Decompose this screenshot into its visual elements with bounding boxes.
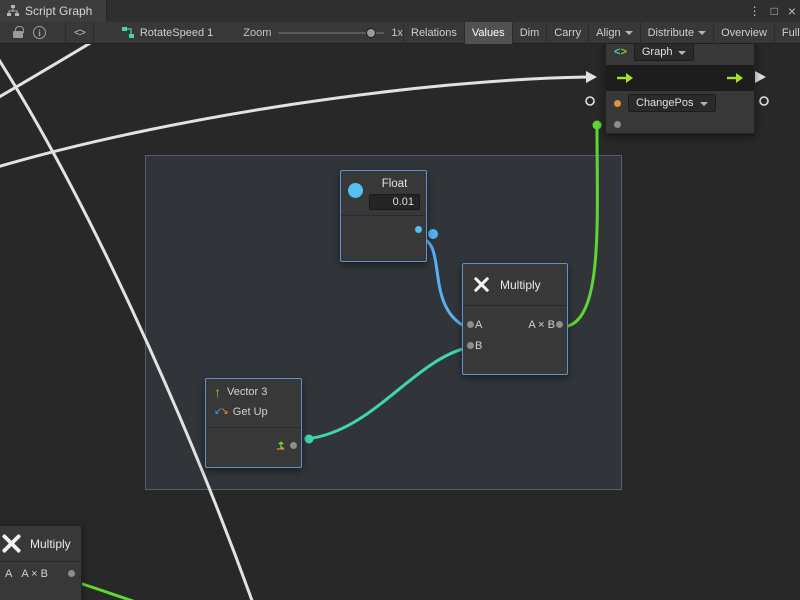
relations-button[interactable]: Relations xyxy=(403,22,464,44)
maximize-icon[interactable]: □ xyxy=(771,4,778,18)
multiply-input-a-port[interactable] xyxy=(467,321,474,328)
float-output-port[interactable] xyxy=(415,226,422,233)
graph-toolbar: i <> RotateSpeed 1 Zoom 1x Relations Val… xyxy=(0,22,800,44)
zoom-control: Zoom 1x xyxy=(243,27,403,39)
multiply-node-header[interactable]: Multiply xyxy=(463,264,567,305)
zoom-value: 1x xyxy=(391,27,403,39)
multiply-partial-header[interactable]: Multiply xyxy=(0,526,81,561)
multiply-partial-input-a-label: A xyxy=(5,568,12,580)
graph-unit-extra-port[interactable] xyxy=(614,121,621,128)
kebab-menu-icon[interactable]: ⋮ xyxy=(749,4,761,18)
vector3-output-port[interactable] xyxy=(290,442,297,449)
multiply-output-port[interactable] xyxy=(556,321,563,328)
wire-green-dot-end xyxy=(593,121,602,130)
wire-white-corner[interactable] xyxy=(0,44,92,100)
value-port-circle-right[interactable] xyxy=(760,97,768,105)
float-type-icon xyxy=(348,183,363,198)
script-graph-window: Script Graph ⋮ □ × i <> RotateSpeed 1 Zo… xyxy=(0,0,800,600)
vector3-get-up-node[interactable]: ↑ Vector 3 ↙↘ Get Up xyxy=(205,378,302,468)
chevron-down-icon xyxy=(625,31,633,35)
graph-dropdown[interactable]: Graph xyxy=(634,44,695,61)
wire-bottom-multiply-out[interactable] xyxy=(70,580,152,600)
multiply-input-b-label: B xyxy=(475,340,482,352)
chevron-down-icon xyxy=(700,102,708,106)
graph-unit-header[interactable]: <> Graph xyxy=(606,44,754,65)
vector3-node-header[interactable]: ↑ Vector 3 xyxy=(206,379,301,401)
control-in-arrowhead xyxy=(586,71,597,83)
info-icon: i xyxy=(33,26,46,39)
multiply-icon xyxy=(473,276,490,293)
distribute-dropdown[interactable]: Distribute xyxy=(640,22,713,44)
graph-unit-node[interactable]: <> Graph ChangePos xyxy=(605,44,755,134)
move-arrows-icon xyxy=(275,439,287,451)
float-node-body xyxy=(341,215,426,243)
float-node-title: Float xyxy=(369,178,420,190)
titlebar: Script Graph ⋮ □ × xyxy=(0,0,800,22)
chevron-down-icon xyxy=(678,51,686,55)
graph-canvas[interactable]: Float 0.01 Multiply A A × B xyxy=(0,44,800,600)
value-port-circle-left[interactable] xyxy=(586,97,594,105)
vector3-node-title: Vector 3 xyxy=(227,386,267,398)
tab-title: Script Graph xyxy=(25,4,92,18)
zoom-slider[interactable] xyxy=(278,27,384,39)
multiply-node-partial[interactable]: Multiply A A × B xyxy=(0,525,82,600)
multiply-icon xyxy=(1,533,22,554)
code-icon: <> xyxy=(74,27,85,39)
breadcrumb[interactable]: RotateSpeed 1 xyxy=(122,27,213,39)
control-in-arrow-icon[interactable] xyxy=(616,72,634,84)
window-controls: ⋮ □ × xyxy=(749,0,796,22)
changepos-dropdown[interactable]: ChangePos xyxy=(628,94,716,112)
float-node-header[interactable]: Float 0.01 xyxy=(341,171,426,215)
graph-unit-control-row xyxy=(606,65,754,91)
vector3-node-body xyxy=(206,427,301,463)
multiply-row-b: B xyxy=(463,335,567,356)
toolbar-buttons: Relations Values Dim Carry Align Distrib… xyxy=(403,22,800,44)
graph-unit-value-row: ChangePos xyxy=(606,91,754,115)
dim-button[interactable]: Dim xyxy=(512,22,547,44)
zoom-label: Zoom xyxy=(243,27,271,39)
changepos-input-port[interactable] xyxy=(614,100,621,107)
multiply-row-a: A A × B xyxy=(463,314,567,335)
lock-icon xyxy=(13,31,23,38)
multiply-node-title: Multiply xyxy=(500,278,541,292)
fullscreen-button[interactable]: Full Screen xyxy=(774,22,800,44)
float-value-field[interactable]: 0.01 xyxy=(369,194,420,210)
multiply-partial-title: Multiply xyxy=(30,537,71,551)
multiply-partial-output-label: A × B xyxy=(21,568,48,580)
control-out-arrowhead xyxy=(755,71,766,83)
multiply-input-b-port[interactable] xyxy=(467,342,474,349)
graph-asset-icon xyxy=(122,27,135,39)
multiply-partial-output-port[interactable] xyxy=(68,570,75,577)
carry-button[interactable]: Carry xyxy=(546,22,588,44)
vector3-node-subtitle: Get Up xyxy=(233,406,268,418)
script-graph-brackets-icon: <> xyxy=(614,46,627,58)
graph-unit-extra-row xyxy=(606,115,754,133)
multiply-partial-row: A A × B xyxy=(0,561,81,585)
chevron-down-icon xyxy=(698,31,706,35)
align-dropdown[interactable]: Align xyxy=(588,22,639,44)
tab-script-graph[interactable]: Script Graph xyxy=(0,0,107,22)
edit-graph-button[interactable]: <> xyxy=(65,22,94,44)
script-graph-icon xyxy=(7,5,19,17)
up-arrow-icon: ↑ xyxy=(214,385,221,399)
info-button[interactable]: i xyxy=(28,22,51,44)
graph-name-label: RotateSpeed 1 xyxy=(140,27,213,39)
lock-button[interactable] xyxy=(8,22,28,44)
float-node[interactable]: Float 0.01 xyxy=(340,170,427,262)
close-icon[interactable]: × xyxy=(788,3,796,19)
overview-button[interactable]: Overview xyxy=(713,22,774,44)
control-out-arrow-icon[interactable] xyxy=(726,72,744,84)
vector3-node-subheader: ↙↘ Get Up xyxy=(206,401,301,423)
multiply-input-a-label: A xyxy=(475,319,482,331)
zoom-slider-handle[interactable] xyxy=(366,28,376,38)
multiply-output-label: A × B xyxy=(528,319,555,331)
values-button[interactable]: Values xyxy=(464,22,512,44)
multiply-node[interactable]: Multiply A A × B B xyxy=(462,263,568,375)
get-up-icon: ↙↘ xyxy=(214,407,227,417)
multiply-node-body: A A × B B xyxy=(463,305,567,356)
